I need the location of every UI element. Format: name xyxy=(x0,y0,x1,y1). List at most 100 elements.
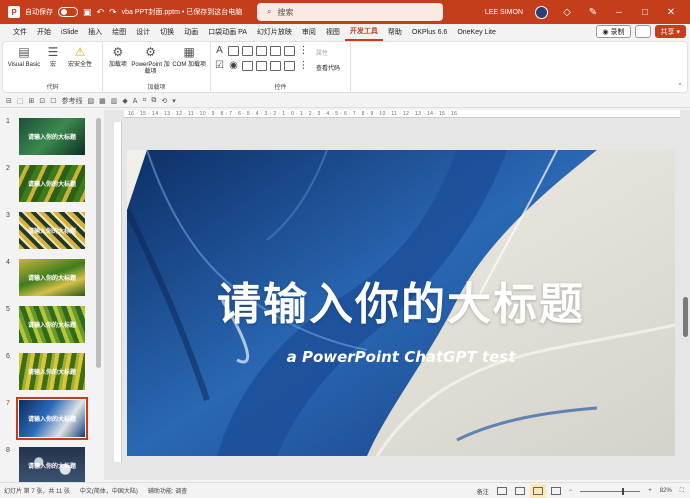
zoom-slider[interactable] xyxy=(580,487,641,495)
menu-tab[interactable]: 视图 xyxy=(321,24,345,41)
ribbon-group-controls: A ⋮ ☑ ◉ ⋮ 属性 查看代码 控件 xyxy=(211,42,351,92)
vertical-ruler xyxy=(114,122,122,462)
slide-subtitle[interactable]: a PowerPoint ChatGPT test xyxy=(127,348,675,366)
maximize-icon[interactable]: □ xyxy=(638,7,652,18)
notes-button[interactable]: 备注 xyxy=(477,487,489,496)
slideshow-icon[interactable] xyxy=(550,487,561,495)
menu-tab[interactable]: 开始 xyxy=(32,24,56,41)
reference-checkbox-icon[interactable]: ☐ xyxy=(50,97,56,105)
diamond-icon[interactable]: ◇ xyxy=(560,7,574,18)
group-icon[interactable]: ⧉ xyxy=(151,97,156,105)
crop-icon[interactable]: ⌗ xyxy=(142,97,146,105)
menu-tab[interactable]: 绘图 xyxy=(107,24,131,41)
thumbnail-scrollbar[interactable] xyxy=(96,110,101,480)
slide-thumbnail[interactable]: 5 请输入你的大标题 xyxy=(6,306,90,346)
collapse-ribbon-icon[interactable]: ⌃ xyxy=(677,82,683,90)
gear-icon: ⚙ xyxy=(145,44,156,59)
align-icon[interactable]: ⊞ xyxy=(29,97,35,105)
menu-tab[interactable]: 切换 xyxy=(155,24,179,41)
slide-thumbnail[interactable]: 2 请输入你的大标题 xyxy=(6,165,90,205)
checkbox-control-icon[interactable]: ☑ xyxy=(214,61,225,71)
rotate-icon[interactable]: ⟲ xyxy=(161,97,167,105)
button-control-icon[interactable] xyxy=(242,46,253,56)
slide-title[interactable]: 请输入你的大标题 xyxy=(127,268,675,332)
slide-thumbnail[interactable]: 4 请输入你的大标题 xyxy=(6,259,90,299)
listbox-control-icon[interactable] xyxy=(270,46,281,56)
user-name[interactable]: LEE SIMON xyxy=(485,9,523,16)
reading-view-icon[interactable] xyxy=(532,487,543,495)
scrollbar-control-icon[interactable] xyxy=(284,46,295,56)
menu-tab[interactable]: 设计 xyxy=(131,24,155,41)
ribbon: ▤ Visual Basic ☰ 宏 ⚠ 宏安全性 代码 ⚙ 加载项 ⚙ Pow… xyxy=(2,41,688,93)
design-mode-icon[interactable]: ⋮ xyxy=(298,61,309,71)
normal-view-icon[interactable] xyxy=(496,487,507,495)
ribbon-group-label: 加载项 xyxy=(147,85,166,91)
menu-tab[interactable]: 幻灯片放映 xyxy=(252,24,297,41)
slide-thumbnail[interactable]: 8 请输入你的大标题 xyxy=(6,447,90,487)
minimize-icon[interactable]: – xyxy=(612,7,626,18)
share-button[interactable]: 共享 ▾ xyxy=(654,25,686,38)
slide-number: 3 xyxy=(6,212,10,219)
menu-tab[interactable]: iSlide xyxy=(56,24,83,41)
pen-icon[interactable]: ✎ xyxy=(586,7,600,18)
view-code-button[interactable]: 查看代码 xyxy=(316,63,340,72)
shape-icon[interactable]: ⬚ xyxy=(17,97,24,105)
avatar[interactable] xyxy=(535,5,548,19)
combobox-control-icon[interactable] xyxy=(242,61,253,71)
menu-tab[interactable]: 文件 xyxy=(8,24,32,41)
thumbnail-image: 请输入你的大标题 xyxy=(19,353,85,390)
distribute-icon[interactable]: ⊡ xyxy=(39,97,45,105)
menu-tab[interactable]: OneKey Lite xyxy=(452,24,501,41)
chart-icon[interactable]: ▥ xyxy=(111,97,118,105)
font-color-icon[interactable]: A xyxy=(133,98,138,105)
language-indicator[interactable]: 中文(简体，中国大陆) xyxy=(80,486,138,495)
slide-thumbnail[interactable]: 1 请输入你的大标题 xyxy=(6,118,90,158)
menu-tab[interactable]: 审阅 xyxy=(297,24,321,41)
zoom-in-icon[interactable]: + xyxy=(648,488,652,494)
autosave-toggle[interactable] xyxy=(58,7,78,17)
menu-tab[interactable]: 开发工具 xyxy=(344,25,383,41)
search-box[interactable]: ⌕ 搜索 xyxy=(257,3,443,21)
fit-slide-icon[interactable]: ⛶ xyxy=(680,488,684,495)
accessibility-indicator[interactable]: 辅助功能: 调查 xyxy=(148,486,187,495)
undo-icon[interactable]: ↶ xyxy=(97,7,105,18)
record-icon: ◉ xyxy=(602,28,609,36)
label-control-icon[interactable]: A xyxy=(214,46,225,56)
horizontal-ruler: 16 · 15 · 14 · 13 · 12 · 11 · 10 · 9 · 8… xyxy=(124,110,680,118)
save-icon[interactable]: ▣ xyxy=(83,7,92,18)
color-fill-icon[interactable]: ◆ xyxy=(122,97,127,105)
textbox-control-icon[interactable] xyxy=(228,46,239,56)
slide-thumbnail[interactable]: 7 请输入你的大标题 xyxy=(6,397,90,440)
spin-control-icon[interactable] xyxy=(256,46,267,56)
record-button[interactable]: ◉ 录制 xyxy=(596,25,631,38)
format-painter-icon[interactable]: ⊟ xyxy=(6,97,12,105)
radio-control-icon[interactable]: ◉ xyxy=(228,61,239,71)
slide-thumbnail[interactable]: 6 请输入你的大标题 xyxy=(6,353,90,393)
menu-tab[interactable]: 口袋动画 PA xyxy=(203,24,252,41)
zoom-level[interactable]: 82% xyxy=(660,488,672,494)
image-icon[interactable]: ▧ xyxy=(88,97,95,105)
scrollbar-thumb[interactable] xyxy=(683,297,688,337)
zoom-out-icon[interactable]: − xyxy=(569,488,573,494)
sorter-view-icon[interactable] xyxy=(514,487,525,495)
slide-canvas[interactable]: 请输入你的大标题 a PowerPoint ChatGPT test xyxy=(127,150,675,456)
menu-tab[interactable]: OKPlus 6.6 xyxy=(407,24,452,41)
addins-label: 加载项 xyxy=(108,62,127,68)
image-control-icon[interactable] xyxy=(256,61,267,71)
properties-button[interactable]: 属性 xyxy=(316,48,340,57)
scrollbar-thumb[interactable] xyxy=(96,118,101,368)
redo-icon[interactable]: ↷ xyxy=(109,7,117,18)
menu-tab[interactable]: 帮助 xyxy=(383,24,407,41)
editor-scrollbar[interactable] xyxy=(683,122,688,472)
more-icon[interactable]: ▾ xyxy=(172,97,176,105)
table-icon[interactable]: ▦ xyxy=(99,97,106,105)
slide-thumbnail[interactable]: 3 请输入你的大标题 xyxy=(6,212,90,252)
more-controls-icon[interactable]: ⋮ xyxy=(298,46,309,56)
frame-control-icon[interactable] xyxy=(270,61,281,71)
toggle-control-icon[interactable] xyxy=(284,61,295,71)
comments-button[interactable] xyxy=(634,25,651,38)
menu-tab[interactable]: 插入 xyxy=(83,24,107,41)
menu-tab[interactable]: 动画 xyxy=(179,24,203,41)
close-icon[interactable]: ✕ xyxy=(664,7,678,18)
thumbnail-caption: 请输入你的大标题 xyxy=(27,276,76,282)
